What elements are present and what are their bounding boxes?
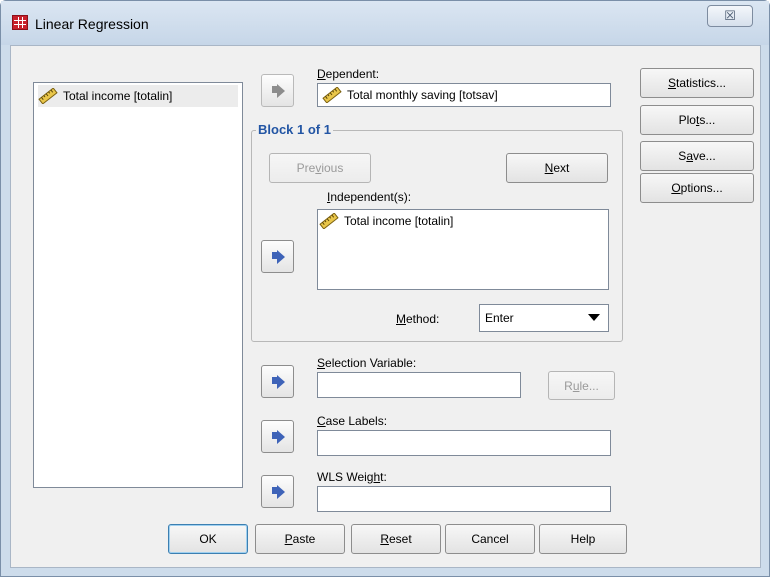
dependent-label: Dependent: bbox=[317, 67, 380, 81]
source-variable-item[interactable]: Total income [totalin] bbox=[38, 85, 238, 107]
help-button[interactable]: Help bbox=[539, 524, 627, 554]
plots-button[interactable]: Plo t s... bbox=[640, 105, 754, 135]
case-labels-field[interactable] bbox=[317, 430, 611, 456]
arrow-right-icon bbox=[270, 485, 286, 499]
arrow-right-icon bbox=[270, 375, 286, 389]
scale-variable-icon bbox=[38, 88, 58, 104]
arrow-right-icon bbox=[270, 84, 286, 98]
dialog-body: Total income [totalin] Dependent: Total … bbox=[10, 45, 761, 568]
move-wls-weight-button[interactable] bbox=[261, 475, 294, 508]
wls-weight-field[interactable] bbox=[317, 486, 611, 512]
previous-button[interactable]: Pre v ious bbox=[269, 153, 371, 183]
independent-label: Total income [totalin] bbox=[344, 214, 454, 228]
spss-data-icon bbox=[12, 15, 28, 30]
block-title: Block 1 of 1 bbox=[256, 122, 333, 137]
statistics-button[interactable]: Statistics... bbox=[640, 68, 754, 98]
window-title: Linear Regression bbox=[35, 16, 149, 32]
independent-variable-item[interactable]: Total income [totalin] bbox=[319, 213, 453, 229]
independents-label: Independent(s): bbox=[327, 190, 412, 204]
method-value: Enter bbox=[485, 311, 514, 325]
scale-variable-icon bbox=[322, 87, 342, 103]
variable-label: Total income [totalin] bbox=[63, 89, 173, 103]
independents-list[interactable]: Total income [totalin] bbox=[317, 209, 609, 290]
options-button[interactable]: Options... bbox=[640, 173, 754, 203]
dependent-field[interactable]: Total monthly saving [totsav] bbox=[317, 83, 611, 107]
save-button[interactable]: Sa ve... bbox=[640, 141, 754, 171]
close-button[interactable]: ☒ bbox=[707, 5, 753, 27]
arrow-right-icon bbox=[270, 250, 286, 264]
wls-weight-label: WLS Weight: bbox=[317, 470, 387, 484]
case-labels-label: Case Labels: bbox=[317, 414, 388, 428]
chevron-down-icon bbox=[588, 314, 600, 321]
linear-regression-dialog: Linear Regression ☒ Total income [totali… bbox=[0, 0, 770, 577]
arrow-right-icon bbox=[270, 430, 286, 444]
move-case-labels-button[interactable] bbox=[261, 420, 294, 453]
dependent-variable-item[interactable]: Total monthly saving [totsav] bbox=[322, 87, 498, 103]
rule-button[interactable]: Ru le... bbox=[548, 371, 615, 400]
cancel-button[interactable]: Cancel bbox=[445, 524, 535, 554]
ok-button[interactable]: OK bbox=[168, 524, 248, 554]
move-selection-button[interactable] bbox=[261, 365, 294, 398]
scale-variable-icon bbox=[319, 213, 339, 229]
reset-button[interactable]: Reset bbox=[351, 524, 441, 554]
title-bar: Linear Regression ☒ bbox=[1, 1, 769, 45]
selection-variable-field[interactable] bbox=[317, 372, 521, 398]
selection-variable-label: Selection Variable: bbox=[317, 356, 417, 370]
method-label: Method: bbox=[396, 312, 440, 326]
next-button[interactable]: Next bbox=[506, 153, 608, 183]
move-independent-button[interactable] bbox=[261, 240, 294, 273]
source-variable-list[interactable]: Total income [totalin] bbox=[33, 82, 243, 488]
move-dependent-button[interactable] bbox=[261, 74, 294, 107]
paste-button[interactable]: Paste bbox=[255, 524, 345, 554]
dependent-value: Total monthly saving [totsav] bbox=[347, 88, 498, 102]
method-select[interactable]: Enter bbox=[479, 304, 609, 332]
